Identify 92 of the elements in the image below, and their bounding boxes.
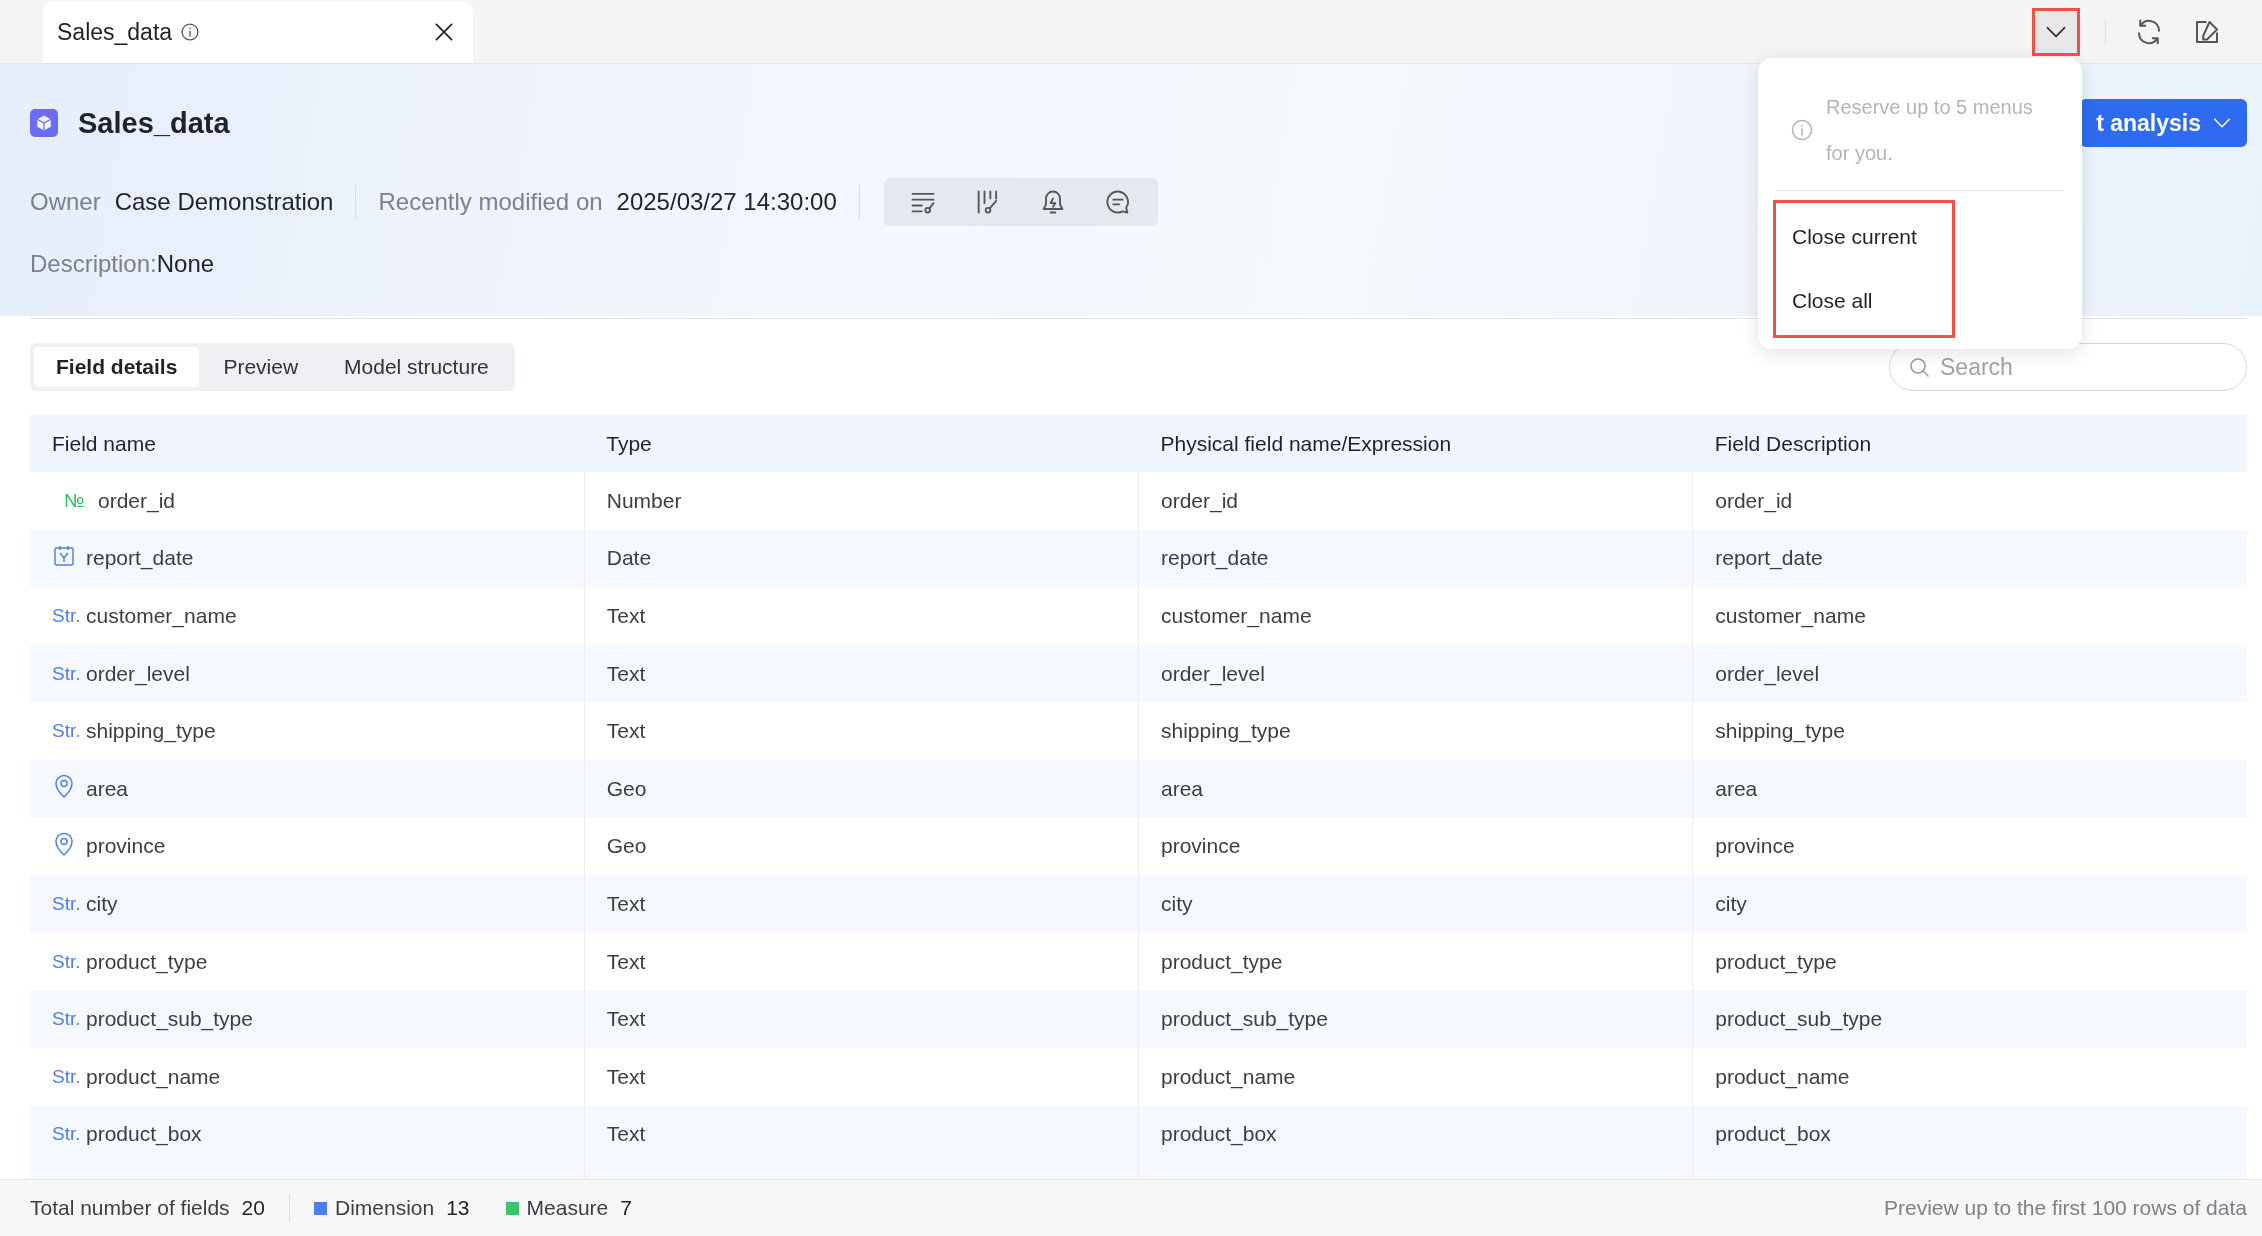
description-text: Description:None — [30, 250, 215, 278]
field-name: product_type — [86, 949, 208, 974]
view-tab[interactable]: Field details — [34, 347, 200, 387]
table-cell: product_sub_type — [1161, 1007, 1328, 1031]
table-cell: report_date — [1161, 546, 1269, 570]
table-cell: order_id — [1161, 488, 1239, 512]
view-tab[interactable]: Preview — [201, 347, 321, 387]
total-fields-count: 20 — [241, 1196, 265, 1220]
field-name: order_id — [98, 488, 176, 513]
table-cell: Geo — [606, 776, 647, 800]
table-cell: order_level — [1715, 661, 1820, 685]
document-tab[interactable]: Sales_data — [43, 1, 473, 63]
dataset-title: Sales_data — [78, 106, 230, 140]
string-type-icon: Str. — [52, 1065, 78, 1088]
table-cell: product_type — [1161, 949, 1283, 973]
column-header: Type — [584, 415, 1139, 472]
legend-count: 13 — [446, 1196, 470, 1220]
total-fields-label: Total number of fields — [30, 1196, 230, 1220]
field-name: product_name — [86, 1064, 221, 1089]
modified-label: Recently modified on — [378, 188, 603, 216]
string-type-icon: Str. — [52, 605, 78, 627]
table-cell: Text — [606, 891, 646, 915]
table-cell: order_id — [1715, 488, 1793, 512]
string-type-icon: Str. — [52, 1123, 78, 1146]
owner-value: Case Demonstration — [114, 188, 334, 216]
table-cell: customer_name — [1161, 604, 1312, 627]
dataset-icon — [30, 109, 58, 137]
table-cell: product_box — [1161, 1122, 1277, 1146]
calendar-icon — [52, 543, 76, 568]
legend-count: 7 — [620, 1196, 632, 1220]
preview-note: Preview up to the first 100 rows of data — [1883, 1196, 2247, 1220]
field-name: city — [86, 891, 118, 916]
table-cell: product_type — [1715, 949, 1837, 973]
table-cell: Text — [606, 1122, 646, 1146]
owner-label: Owner — [30, 188, 101, 216]
table-cell: shipping_type — [1161, 719, 1291, 743]
table-cell: report_date — [1715, 546, 1823, 570]
field-name: province — [86, 834, 166, 859]
column-header: Physical field name/Expression — [1138, 415, 1693, 472]
table-cell: order_level — [1161, 661, 1265, 685]
table-cell: Text — [606, 1064, 646, 1088]
legend-label: Measure — [526, 1196, 609, 1220]
string-type-icon: Str. — [52, 950, 78, 973]
field-name: product_box — [86, 1122, 202, 1147]
info-icon — [1790, 118, 1814, 142]
table-cell: Number — [606, 488, 682, 512]
table-cell: product_sub_type — [1715, 1007, 1883, 1031]
analysis-button[interactable]: t analysis — [2080, 99, 2247, 147]
tab-label: Sales_data — [57, 18, 173, 46]
location-pin-icon — [52, 830, 76, 857]
table-cell: shipping_type — [1715, 719, 1845, 743]
table-cell: city — [1161, 891, 1193, 915]
table-cell: Text — [606, 604, 646, 627]
menu-item[interactable]: Close all — [1776, 269, 1952, 333]
table-cell: product_box — [1715, 1122, 1831, 1146]
field-name: customer_name — [86, 604, 237, 628]
table-cell: customer_name — [1715, 604, 1866, 627]
table-cell: Geo — [606, 834, 647, 858]
field-name: product_sub_type — [86, 1007, 253, 1032]
field-name: shipping_type — [86, 719, 216, 744]
field-name: order_level — [86, 661, 190, 686]
location-pin-icon — [52, 773, 76, 800]
string-type-icon: Str. — [52, 720, 78, 743]
legend-label: Dimension — [334, 1196, 435, 1220]
field-name: area — [86, 776, 129, 801]
table-cell: Text — [606, 719, 646, 743]
table-cell: product_name — [1715, 1064, 1850, 1088]
column-header: Field Description — [1692, 415, 2247, 472]
table-cell: city — [1715, 891, 1747, 915]
table-cell: province — [1715, 834, 1795, 858]
string-type-icon: Str. — [52, 892, 78, 915]
view-tab[interactable]: Model structure — [322, 347, 511, 387]
table-cell: province — [1161, 834, 1241, 858]
table-cell: area — [1715, 776, 1758, 800]
field-name: report_date — [86, 546, 194, 571]
table-cell: Date — [606, 546, 652, 570]
info-icon — [180, 22, 201, 42]
table-cell: area — [1161, 776, 1204, 800]
table-cell: Text — [606, 1007, 646, 1031]
string-type-icon: Str. — [52, 662, 78, 685]
number-type-icon: № — [64, 489, 90, 512]
table-cell: product_name — [1161, 1064, 1296, 1088]
table-cell: Text — [606, 661, 646, 685]
column-header: Field name — [30, 415, 585, 472]
search-field[interactable]: Search — [1889, 343, 2247, 391]
table-cell: Text — [606, 949, 646, 973]
string-type-icon: Str. — [52, 1008, 78, 1031]
search-icon — [1907, 355, 1931, 379]
menu-note: Reserve up to 5 menus for you. — [1826, 95, 2034, 166]
tab-menu-button[interactable] — [2035, 10, 2077, 53]
menu-item[interactable]: Close current — [1776, 205, 1952, 269]
modified-value: 2025/03/27 14:30:00 — [616, 188, 837, 216]
